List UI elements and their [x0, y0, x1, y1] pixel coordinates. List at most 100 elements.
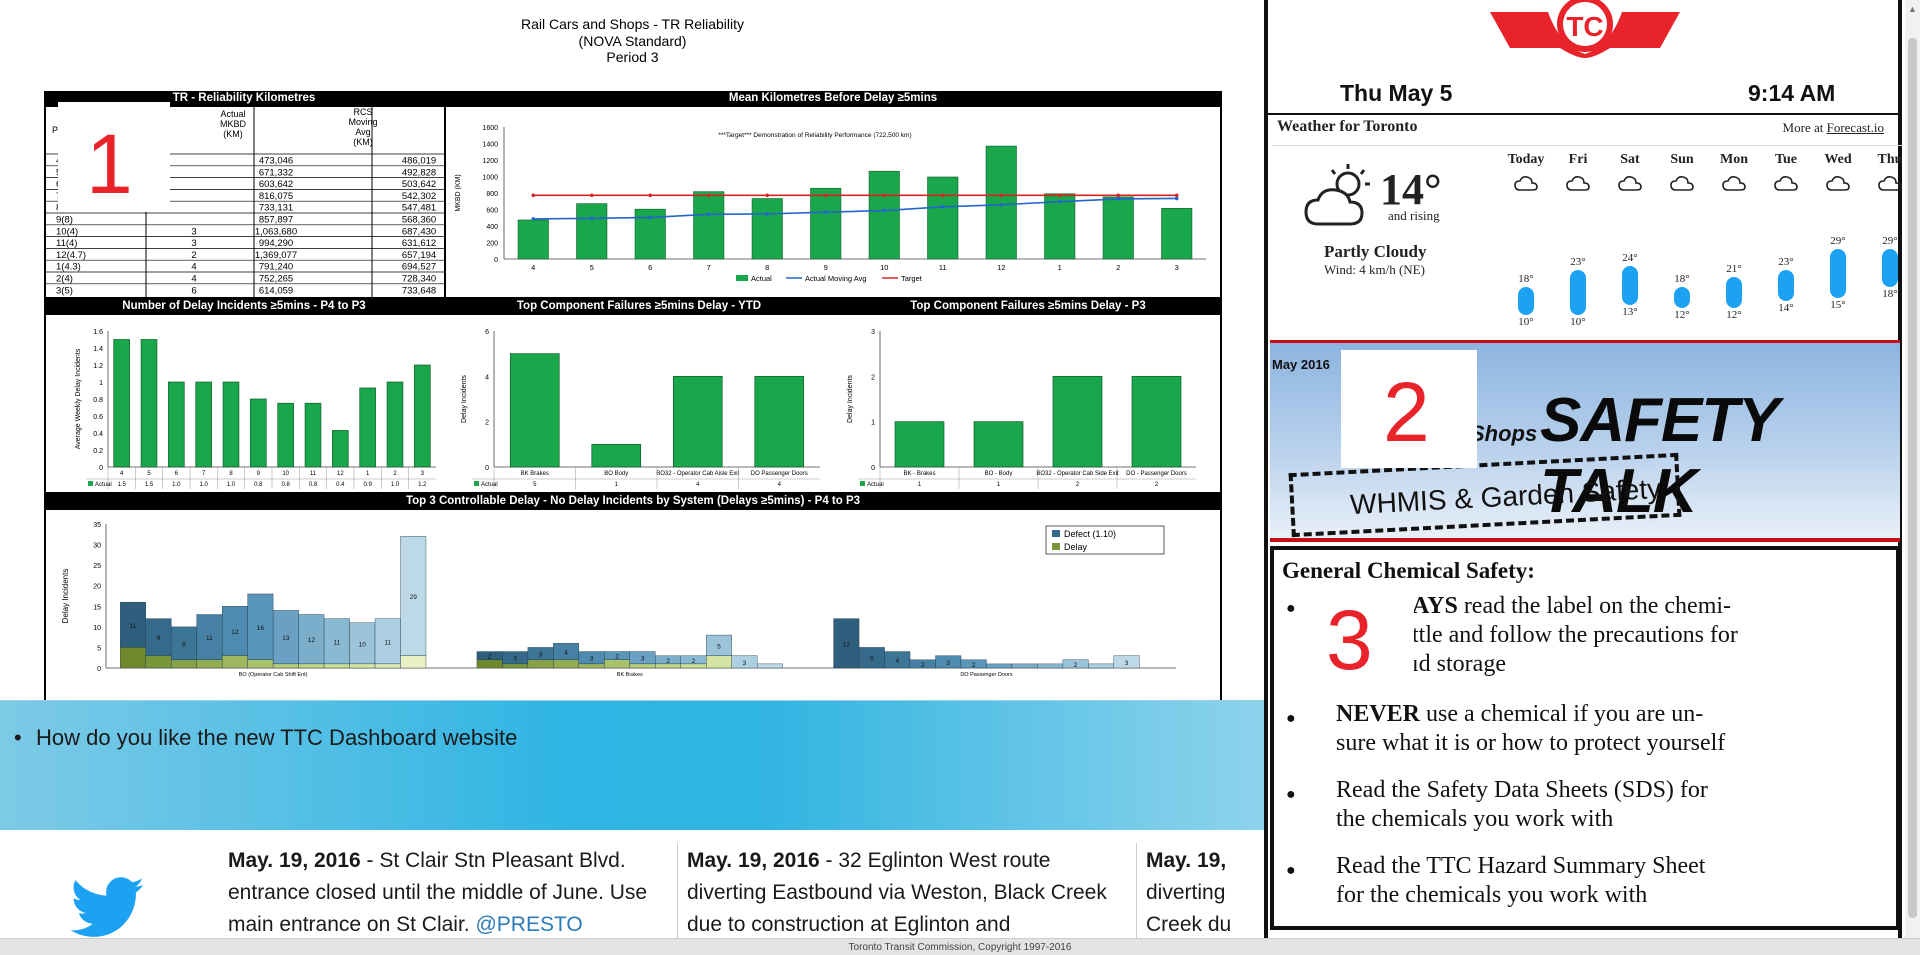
- scroll-up-icon[interactable]: ▲: [1908, 4, 1917, 14]
- forecast-day-label: Fri: [1568, 152, 1588, 167]
- ctrl-bar-value: 8: [182, 641, 186, 648]
- forecast-low: 10°: [1570, 316, 1586, 328]
- table-cell: 791,240: [259, 262, 293, 273]
- forecast-link[interactable]: Forecast.io: [1827, 120, 1884, 135]
- table-cell: 728,340: [402, 274, 436, 285]
- table-cell: 492,828: [402, 167, 436, 178]
- table-col-header-actual: (KM): [223, 129, 243, 139]
- overlay-box-3: 3: [1318, 586, 1414, 694]
- table-cell: 752,265: [259, 274, 293, 285]
- ctrl-bar-value: 4: [564, 650, 568, 657]
- ctrl-delay-bar: [120, 647, 146, 669]
- partly-cloudy-icon: [1304, 164, 1370, 226]
- top-panel: TR - Reliability Kilometres Mean Kilomet…: [44, 91, 1222, 299]
- ctrl-group-label: BO (Operator Cab Shift Ent): [239, 672, 308, 678]
- ctrl-delay-bar: [502, 663, 529, 669]
- ytd-ytick-label: 4: [485, 374, 489, 381]
- ytd-bar: [754, 375, 805, 468]
- delay-incidents-xtick-label: 6: [175, 471, 179, 477]
- mkbd-xtick-label: 3: [1175, 263, 1179, 272]
- delay-incidents-value-label: 1.0: [199, 482, 208, 488]
- bullet-icon: ●: [1286, 786, 1296, 803]
- mkbd-moving-avg-point: [940, 205, 945, 209]
- table-col-header-rcs: Avg: [355, 127, 370, 137]
- ctrl-group-label: BK Brakes: [617, 672, 643, 678]
- mkbd-moving-avg-point: [765, 212, 770, 216]
- ticker-item[interactable]: How do you like the new TTC Dashboard we…: [14, 725, 517, 751]
- ctrl-delay-bar: [298, 663, 325, 669]
- ytd-value-label: 4: [778, 482, 782, 488]
- table-cell: 4: [191, 274, 196, 285]
- table-cell: 603,642: [259, 179, 293, 190]
- mkbd-xtick-label: 9: [824, 263, 828, 272]
- ytd-bar: [672, 375, 723, 468]
- tweet-1[interactable]: May. 19, 2016 - St Clair Stn Pleasant Bl…: [228, 845, 668, 938]
- forecast-high: 29°: [1882, 234, 1898, 247]
- ctrl-bar-value: 5: [717, 643, 721, 650]
- ctrl-bar-value: 4: [895, 658, 899, 665]
- delay-incidents-bar: [414, 364, 431, 468]
- mkbd-bar: [751, 198, 783, 260]
- ctrl-bar-value: 2: [921, 662, 925, 669]
- table-cell: 3: [191, 226, 196, 237]
- delay-incidents-bar: [222, 381, 240, 468]
- mkbd-legend-swatch-actual: [736, 275, 748, 281]
- twitter-bird-icon: [70, 877, 144, 937]
- p3-bar: [1131, 375, 1182, 468]
- forecast-low: 18°: [1882, 288, 1898, 300]
- forecast-temp-bar: [1778, 269, 1794, 301]
- mkbd-bar: [927, 176, 959, 260]
- delay-incidents-legend-swatch: [88, 481, 93, 486]
- ytd-value-label: 5: [533, 482, 537, 488]
- table-cell: 687,430: [402, 226, 436, 237]
- mkbd-moving-avg-point: [706, 212, 711, 217]
- ctrl-bar-value: 11: [206, 635, 213, 642]
- ctrl-ytick-label: 20: [93, 584, 101, 591]
- mkbd-moving-avg-point: [823, 210, 828, 214]
- ctrl-ytick-label: 10: [93, 625, 101, 632]
- chem-item-4-text: Read the TTC Hazard Summary Sheet for th…: [1336, 853, 1706, 908]
- delay-incidents-value-label: 1.0: [172, 482, 181, 488]
- mkbd-ytick-label: 0: [494, 257, 498, 264]
- ctrl-delay-bar: [553, 659, 580, 669]
- scrollbar-thumb[interactable]: [1908, 38, 1917, 918]
- cloud-icon: [1618, 176, 1642, 191]
- mkbd-moving-avg-point: [648, 215, 653, 220]
- mkbd-moving-avg-point: [882, 208, 887, 213]
- tweet-1-handle[interactable]: @PRESTO: [475, 913, 582, 936]
- page-scrollbar[interactable]: ▲: [1905, 0, 1920, 938]
- mkbd-xtick-label: 10: [880, 263, 888, 272]
- ctrl-bar-value: 3: [1125, 660, 1129, 667]
- mkbd-xtick-label: 12: [997, 263, 1005, 272]
- ctrl-ylabel: Delay Incidents: [61, 569, 70, 624]
- table-cell: 2: [191, 250, 196, 261]
- tweet-2-date: May. 19, 2016: [687, 849, 820, 872]
- mkbd-xtick-label: 8: [765, 263, 769, 272]
- ytd-ytick-label: 0: [485, 465, 489, 472]
- ctrl-bar-value: 12: [843, 641, 851, 648]
- mkbd-ytick-label: 200: [486, 241, 498, 248]
- mkbd-xtick-label: 1: [1058, 263, 1062, 272]
- ctrl-bar-value: 11: [384, 639, 391, 646]
- p3-ylabel: Delay Incidents: [847, 375, 854, 423]
- forecast-day-label: Today: [1507, 152, 1545, 167]
- ctrl-delay-bar: [400, 655, 427, 669]
- table-cell: 1,369,077: [255, 250, 297, 261]
- chem-item-2-bold: NEVER: [1336, 701, 1421, 727]
- twitter-feed: May. 19, 2016 - St Clair Stn Pleasant Bl…: [0, 831, 1265, 938]
- temp-trend: and rising: [1388, 208, 1440, 223]
- delay-incidents-xtick-label: 5: [147, 471, 151, 477]
- table-cell: 816,075: [259, 191, 293, 202]
- forecast-low: 12°: [1674, 309, 1690, 321]
- ctrl-bar-value: 3: [946, 660, 950, 667]
- overlay-box-2: 2: [1341, 350, 1477, 468]
- tweet-3[interactable]: May. 19, diverting Creek du: [1146, 845, 1240, 938]
- tweet-2[interactable]: May. 19, 2016 - 32 Eglinton West route d…: [687, 845, 1127, 938]
- table-cell: 547,481: [402, 203, 436, 214]
- delay-incidents-ytick-label: 0.2: [93, 448, 103, 455]
- ctrl-delay-bar: [196, 659, 223, 669]
- delay-incidents-ytick-label: 0.6: [93, 414, 103, 421]
- tweet-divider: [677, 843, 678, 938]
- ctrl-bar-value: 2: [615, 654, 619, 661]
- delay-incidents-ytick-label: 1: [99, 380, 103, 387]
